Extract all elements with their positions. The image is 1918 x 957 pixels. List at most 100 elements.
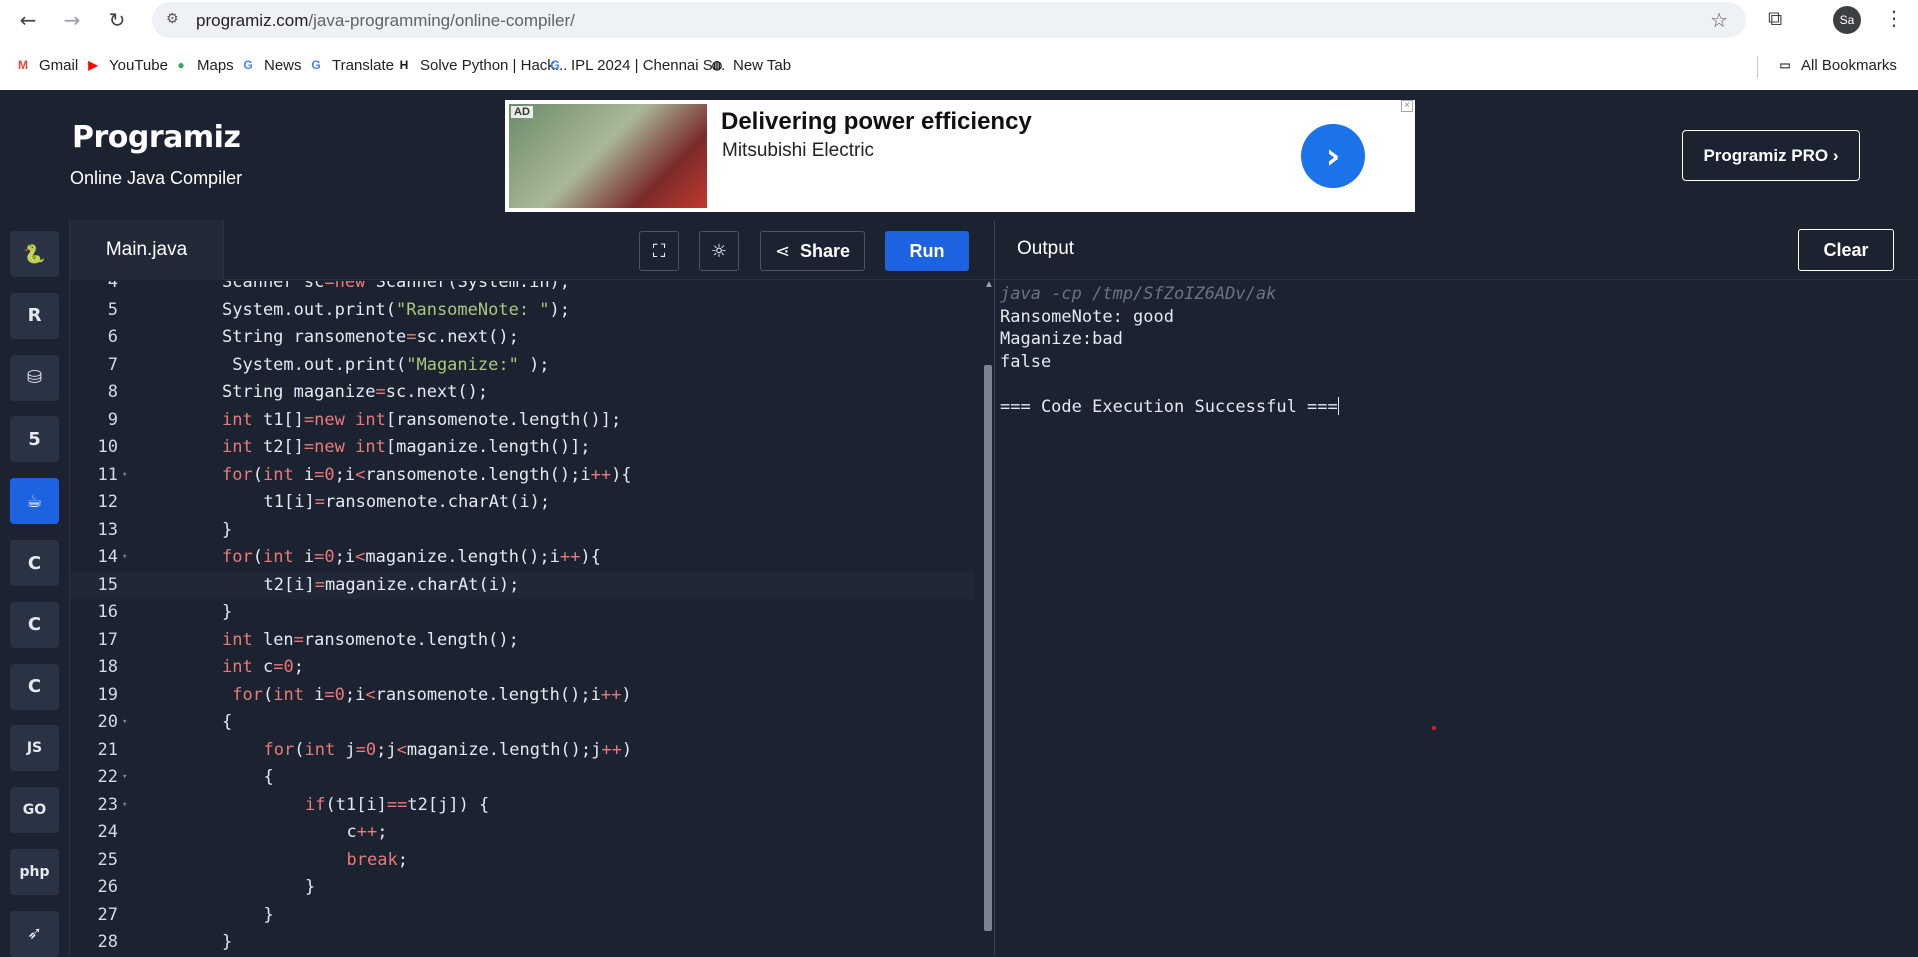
code-text: break; <box>347 847 408 875</box>
code-editor[interactable]: ▲ 4 Scanner sc=new Scanner(System.in); 5 Sy… <box>70 281 994 956</box>
run-button[interactable]: Run <box>885 231 969 271</box>
bookmark-ipl-2024-chennai-s[interactable]: G IPL 2024 | Chennai S... <box>546 56 725 74</box>
language-c-icon[interactable]: C <box>10 540 59 586</box>
code-token: int <box>222 437 253 457</box>
code-token: sc.next(); <box>385 382 489 402</box>
ad-arrow-icon[interactable]: › <box>1301 124 1365 188</box>
site-info-icon[interactable]: ⚙ <box>166 11 179 27</box>
url-text[interactable]: programiz.com/java-programming/online-co… <box>196 11 575 31</box>
bookmark-gmail[interactable]: M Gmail <box>14 56 78 74</box>
code-line[interactable]: 11 ▾ for(int i=0;i<ransomenote.length();i+… <box>70 462 974 490</box>
fold-arrow-icon[interactable]: ▾ <box>122 792 127 820</box>
code-token: for <box>222 547 253 567</box>
code-line[interactable]: 21 for(int j=0;j<maganize.length();j++) <box>70 737 974 765</box>
code-line[interactable]: 4 Scanner sc=new Scanner(System.in); <box>70 281 974 297</box>
code-line[interactable]: 17 int len=ransomenote.length(); <box>70 627 974 655</box>
language-swift-icon[interactable]: ➶ <box>10 910 59 957</box>
code-line[interactable]: 19 for(int i=0;i<ransomenote.length();i+… <box>70 682 974 710</box>
bookmark-star-icon[interactable]: ☆ <box>1710 8 1728 32</box>
bookmark-maps[interactable]: ● Maps <box>172 56 233 74</box>
programiz-pro-button[interactable]: Programiz PRO › <box>1682 130 1860 181</box>
language-sql-icon[interactable]: ⛁ <box>10 354 59 401</box>
folder-icon: ▭ <box>1779 58 1791 72</box>
code-token: ++ <box>600 684 622 705</box>
language-php-icon[interactable]: php <box>10 849 59 895</box>
code-line[interactable]: 22 ▾ { <box>70 764 974 792</box>
code-line[interactable]: 8 String maganize=sc.next(); <box>70 379 974 407</box>
code-line[interactable]: 16} <box>70 599 974 627</box>
extensions-icon[interactable]: ⧉ <box>1768 6 1782 30</box>
bookmark-new-tab[interactable]: ◍ New Tab <box>708 56 791 74</box>
fold-arrow-icon[interactable]: ▾ <box>122 709 127 737</box>
code-line[interactable]: 28} <box>70 929 974 956</box>
code-text: for(int j=0;j<maganize.length();j++) <box>264 737 633 765</box>
code-token: = <box>314 574 325 595</box>
fullscreen-icon[interactable]: ⛶ <box>639 231 679 271</box>
panel-divider[interactable] <box>994 220 995 956</box>
theme-toggle-icon[interactable]: ☼ <box>699 231 739 271</box>
ad-title[interactable]: Delivering power efficiency <box>721 108 1032 136</box>
line-number: 19 <box>97 684 118 705</box>
profile-avatar[interactable]: Sa <box>1833 6 1861 34</box>
language-javascript-icon[interactable]: JS <box>10 725 59 772</box>
ad-image[interactable]: AD <box>509 104 707 208</box>
forward-icon[interactable]: → <box>58 6 86 34</box>
code-token: j <box>335 739 356 760</box>
code-line[interactable]: 25 break; <box>70 847 974 875</box>
code-line[interactable]: 9 int t1[]=new int[ransomenote.length()]; <box>70 407 974 435</box>
code-line[interactable]: 10 int t2[]=new int[maganize.length()]; <box>70 434 974 462</box>
code-text: } <box>305 874 315 902</box>
reload-icon[interactable]: ↻ <box>103 6 131 34</box>
code-line[interactable]: 26} <box>70 874 974 902</box>
code-line[interactable]: 27} <box>70 902 974 930</box>
code-token: String maganize <box>222 382 376 402</box>
code-line[interactable]: 7 System.out.print("Maganize:" ); <box>70 352 974 380</box>
code-line[interactable]: 14 ▾ for(int i=0;i<maganize.length();i++){ <box>70 544 974 572</box>
language-html-icon[interactable]: 5 <box>10 416 59 463</box>
code-line[interactable]: 18 int c=0; <box>70 654 974 682</box>
code-line[interactable]: 24 c++; <box>70 819 974 847</box>
share-button[interactable]: ⋖ Share <box>760 231 865 271</box>
editor-scroll-thumb[interactable] <box>984 365 992 931</box>
editor-scrollbar[interactable] <box>984 281 992 956</box>
bookmark-solve-python-hack[interactable]: H Solve Python | Hack... <box>395 56 568 74</box>
fold-arrow-icon[interactable]: ▾ <box>122 544 127 572</box>
ad-subtitle[interactable]: Mitsubishi Electric <box>722 140 874 162</box>
language-cpp-icon[interactable]: C <box>10 601 59 648</box>
programiz-logo[interactable]: Programiz <box>72 120 241 155</box>
bookmark-translate[interactable]: G Translate <box>307 56 394 74</box>
code-line[interactable]: 6 String ransomenote=sc.next(); <box>70 324 974 352</box>
code-line[interactable]: 20 ▾ { <box>70 709 974 737</box>
language-python-icon[interactable]: 🐍 <box>10 231 59 277</box>
code-line[interactable]: 13} <box>70 517 974 545</box>
file-tab-main-java[interactable]: Main.java <box>70 220 224 280</box>
code-token: ){ <box>580 547 601 567</box>
all-bookmarks-label: All Bookmarks <box>1801 56 1897 74</box>
language-r-icon[interactable]: R <box>10 292 59 339</box>
code-line[interactable]: 5 System.out.print("RansomeNote: "); <box>70 297 974 325</box>
ad-banner[interactable]: AD Delivering power efficiency Mitsubish… <box>505 100 1415 212</box>
code-line[interactable]: 23 ▾ if(t1[i]==t2[j]) { <box>70 792 974 820</box>
language-csharp-icon[interactable]: C <box>10 663 59 710</box>
bookmark-youtube[interactable]: ▶ YouTube <box>84 56 168 74</box>
back-icon[interactable]: ← <box>14 6 42 34</box>
output-console[interactable]: java -cp /tmp/SfZoIZ6ADv/ak RansomeNote:… <box>1000 281 1918 956</box>
bookmark-label: New Tab <box>733 56 792 74</box>
clear-button[interactable]: Clear <box>1798 229 1894 271</box>
code-text: for(int i=0;i<ransomenote.length();i++){ <box>222 462 632 490</box>
scroll-up-icon[interactable]: ▲ <box>984 281 994 290</box>
language-java-icon[interactable]: ☕ <box>10 478 59 525</box>
language-go-icon[interactable]: GO <box>10 787 59 834</box>
code-text: int c=0; <box>222 654 304 682</box>
fold-arrow-icon[interactable]: ▾ <box>122 764 127 792</box>
all-bookmarks-button[interactable]: ▭ All Bookmarks <box>1776 56 1897 74</box>
browser-menu-icon[interactable]: ⋮ <box>1884 6 1904 30</box>
code-line[interactable]: 15 t2[i]=maganize.charAt(i); <box>70 571 974 599</box>
fold-arrow-icon[interactable]: ▾ <box>122 462 127 490</box>
bookmark-news[interactable]: G News <box>239 56 301 74</box>
address-bar[interactable]: ⚙ programiz.com/java-programming/online-… <box>152 2 1746 38</box>
code-token: { <box>222 712 233 732</box>
ad-close-icon[interactable]: × <box>1401 100 1413 112</box>
translate-icon: G <box>311 58 321 72</box>
code-line[interactable]: 12 t1[i]=ransomenote.charAt(i); <box>70 489 974 517</box>
